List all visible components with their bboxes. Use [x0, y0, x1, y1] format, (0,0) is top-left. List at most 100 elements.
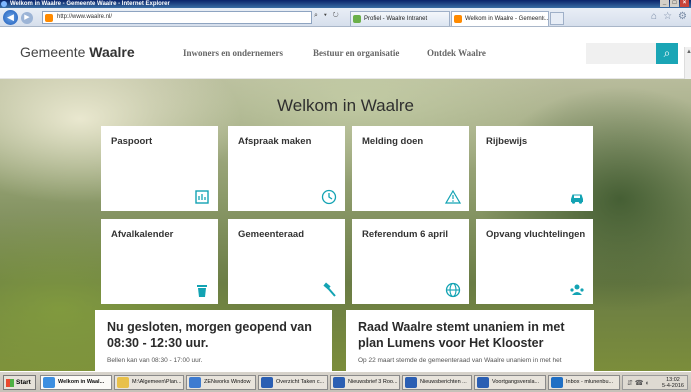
taskbar-label: M:\Algemeen\Plan...: [132, 379, 182, 385]
taskbar-explorer[interactable]: M:\Algemeen\Plan...: [114, 375, 184, 390]
tab-favicon-icon: [353, 15, 361, 23]
scroll-up-icon[interactable]: ▲: [686, 49, 691, 55]
windows-taskbar: Start Welkom in Waal... M:\Algemeen\Plan…: [0, 371, 691, 392]
passport-icon: [194, 189, 210, 205]
tile-melding-doen[interactable]: Melding doen: [352, 126, 469, 211]
globe-icon: [445, 282, 461, 298]
taskbar-label: ZENworks Window: [204, 379, 251, 385]
word-icon: [333, 377, 345, 388]
window-title: Welkom in Waalre - Gemeente Waalre - Int…: [10, 1, 170, 7]
search-icon: ⌕: [663, 46, 671, 60]
window-titlebar: Welkom in Waalre - Gemeente Waalre - Int…: [0, 0, 691, 8]
new-tab-button[interactable]: [550, 12, 564, 25]
start-button[interactable]: Start: [3, 375, 36, 390]
taskbar-ie-welkom[interactable]: Welkom in Waal...: [40, 375, 112, 390]
windows-logo-icon: [6, 379, 14, 387]
tab-label: Welkom in Waalre - Gemeent...: [465, 16, 549, 22]
tile-label: Rijbewijs: [486, 136, 528, 147]
tab-label: Profiel - Waalre Intranet: [364, 16, 428, 22]
taskbar-word-voortgang[interactable]: Voortgangsversla...: [474, 375, 546, 390]
tile-label: Gemeenteraad: [238, 229, 305, 240]
maximize-button[interactable]: □: [670, 0, 679, 7]
site-favicon-icon: [45, 14, 53, 22]
address-bar[interactable]: http://www.waalre.nl/: [42, 11, 312, 24]
tile-label: Referendum 6 april: [362, 229, 449, 240]
word-icon: [405, 377, 417, 388]
address-text: http://www.waalre.nl/: [57, 14, 113, 20]
nav-inwoners[interactable]: Inwoners en ondernemers: [183, 48, 283, 58]
folder-icon: [117, 377, 129, 388]
taskbar-outlook-inbox[interactable]: Inbox - mlunenbu...: [548, 375, 620, 390]
minimize-button[interactable]: _: [660, 0, 669, 7]
car-icon: [569, 189, 585, 205]
back-button[interactable]: ◀: [3, 10, 18, 25]
news-title: Nu gesloten, morgen geopend van 08:30 - …: [107, 320, 312, 350]
tile-referendum[interactable]: Referendum 6 april: [352, 219, 469, 304]
news-title: Raad Waalre stemt unaniem in met plan Lu…: [358, 320, 565, 350]
brand-light: Gemeente: [20, 44, 90, 60]
news-card-openingstijden[interactable]: Nu gesloten, morgen geopend van 08:30 - …: [95, 310, 332, 371]
tile-rijbewijs[interactable]: Rijbewijs: [476, 126, 593, 211]
window-buttons: _ □ ×: [660, 0, 689, 7]
tile-label: Paspoort: [111, 136, 153, 147]
browser-toolbar-icons: ⌂ ☆ ⚙: [651, 11, 687, 22]
taskbar-word-nieuwsbrief[interactable]: Nieuwsbrief 3 Roo...: [330, 375, 400, 390]
word-icon: [261, 377, 273, 388]
tile-opvang-vluchtelingen[interactable]: Opvang vluchtelingen: [476, 219, 593, 304]
tab-waalre[interactable]: Welkom in Waalre - Gemeent... ×: [451, 11, 549, 26]
word-icon: [477, 377, 489, 388]
taskbar-label: Voortgangsversla...: [492, 379, 540, 385]
settings-icon[interactable]: ⚙: [678, 11, 687, 22]
warning-icon: [445, 189, 461, 205]
tile-label: Opvang vluchtelingen: [486, 229, 586, 240]
close-window-button[interactable]: ×: [680, 0, 689, 7]
nav-ontdek[interactable]: Ontdek Waalre: [427, 48, 486, 58]
clock-icon: [321, 189, 337, 205]
system-tray: ⇵ ☎ ◐ 13:02 5-4-2016: [622, 375, 688, 390]
news-card-klooster[interactable]: Raad Waalre stemt unaniem in met plan Lu…: [346, 310, 594, 371]
taskbar-label: Overzicht Taken c...: [276, 379, 325, 385]
zenworks-icon: [189, 377, 201, 388]
tab-favicon-icon: [454, 15, 462, 23]
taskbar-label: Nieuwsbrief 3 Roo...: [348, 379, 398, 385]
favorites-icon[interactable]: ☆: [663, 11, 672, 22]
tray-clock[interactable]: 13:02 5-4-2016: [662, 377, 684, 389]
tile-label: Melding doen: [362, 136, 424, 147]
tile-afspraak-maken[interactable]: Afspraak maken: [228, 126, 345, 211]
tile-paspoort[interactable]: Paspoort: [101, 126, 218, 211]
taskbar-word-overzicht[interactable]: Overzicht Taken c...: [258, 375, 328, 390]
hero-title: Welkom in Waalre: [277, 96, 414, 115]
outlook-icon: [551, 377, 563, 388]
tile-label: Afspraak maken: [238, 136, 312, 147]
brand-bold: Waalre: [89, 44, 135, 60]
gavel-icon: [321, 282, 337, 298]
taskbar-label: Nieuwsberichten ...: [420, 379, 467, 385]
news-text: Op 22 maart stemde de gemeenteraad van W…: [358, 357, 562, 364]
taskbar-label: Welkom in Waal...: [58, 379, 105, 385]
nav-bestuur[interactable]: Bestuur en organisatie: [313, 48, 399, 58]
trash-icon: [194, 282, 210, 298]
people-icon: [569, 282, 585, 298]
tile-afvalkalender[interactable]: Afvalkalender: [101, 219, 218, 304]
browser-navbar: ◀ ▶ http://www.waalre.nl/ ⌕ ▾ ↻ Profiel …: [0, 8, 691, 27]
ie-logo-icon: [1, 1, 7, 7]
start-label: Start: [16, 379, 31, 386]
tab-intranet[interactable]: Profiel - Waalre Intranet: [350, 11, 450, 26]
tile-label: Afvalkalender: [111, 229, 174, 240]
search-button[interactable]: ⌕: [656, 43, 678, 64]
home-icon[interactable]: ⌂: [651, 11, 657, 22]
clock-date: 5-4-2016: [661, 383, 684, 389]
tab-close-icon[interactable]: ×: [541, 12, 545, 26]
hero-section: Welkom in Waalre Paspoort Afspraak maken…: [0, 79, 691, 371]
news-text: Bellen kan van 08:30 - 17:00 uur.: [107, 357, 203, 364]
tray-icons[interactable]: ⇵ ☎ ◐: [627, 379, 650, 387]
taskbar-label: Inbox - mlunenbu...: [566, 379, 614, 385]
taskbar-zenworks[interactable]: ZENworks Window: [186, 375, 256, 390]
site-logo[interactable]: Gemeente Waalre: [20, 44, 135, 60]
search-input[interactable]: [586, 43, 656, 64]
ie-icon: [43, 377, 55, 388]
tile-gemeenteraad[interactable]: Gemeenteraad: [228, 219, 345, 304]
taskbar-word-nieuwsberichten[interactable]: Nieuwsberichten ...: [402, 375, 472, 390]
forward-button[interactable]: ▶: [21, 12, 33, 24]
address-tools[interactable]: ⌕ ▾ ↻: [314, 12, 341, 20]
